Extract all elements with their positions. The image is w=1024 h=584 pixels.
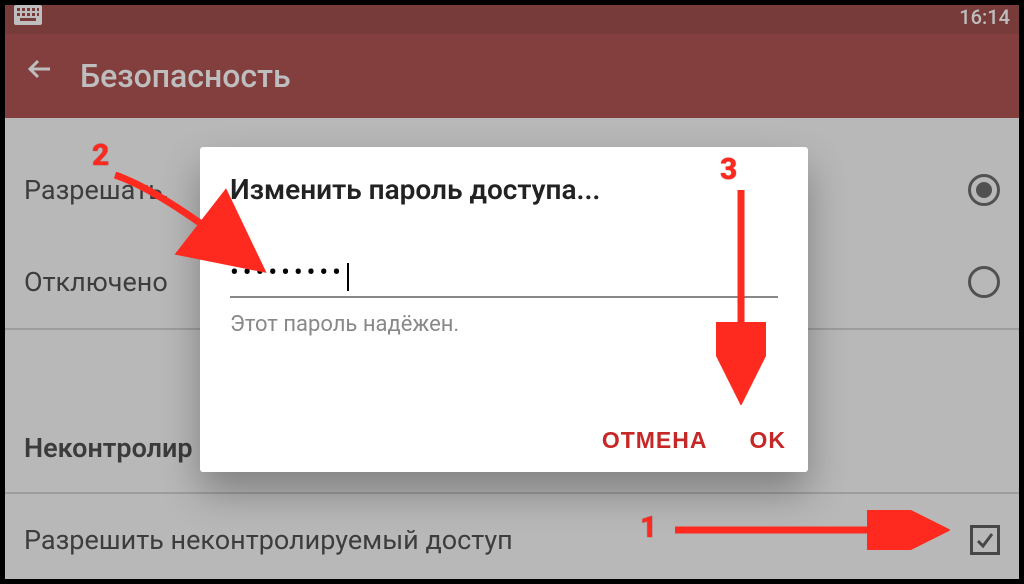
change-password-dialog: Изменить пароль доступа... ••••••••• Это… — [200, 147, 808, 472]
password-strength-hint: Этот пароль надёжен. — [230, 312, 778, 337]
annotation-number: 2 — [92, 138, 109, 173]
annotation-number: 1 — [640, 510, 657, 545]
password-mask: ••••••••• — [230, 258, 345, 288]
dialog-title: Изменить пароль доступа... — [230, 173, 778, 206]
cancel-button[interactable]: ОТМЕНА — [602, 427, 708, 454]
text-caret — [347, 263, 349, 291]
password-input[interactable]: ••••••••• — [230, 258, 778, 298]
annotation-number: 3 — [720, 152, 737, 187]
ok-button[interactable]: OK — [750, 427, 787, 454]
